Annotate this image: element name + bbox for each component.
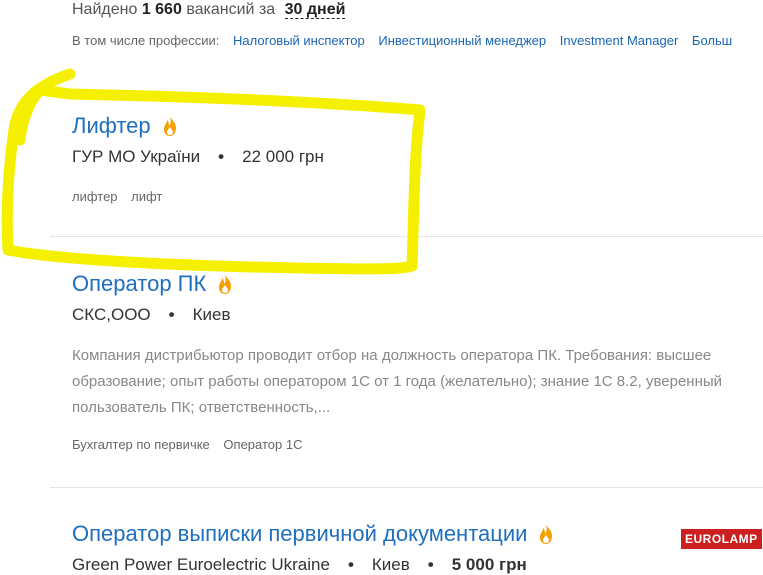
period-selector[interactable]: 30 дней <box>284 1 346 19</box>
separator-dot: • <box>347 555 354 574</box>
divider <box>50 487 763 488</box>
related-professions: В том числе профессии: Налоговый инспект… <box>72 33 732 48</box>
vacancy-card-pc-operator: Оператор ПК СКС,ООО • Киев Компания дистри… <box>72 271 763 452</box>
vacancy-card-documentation-operator: Оператор выписки первичной документации … <box>72 521 555 575</box>
vacancies-for-label: вакансий за <box>186 1 276 18</box>
city: Киев <box>371 555 410 574</box>
results-summary: Найдено 1 660 вакансий за 30 дней <box>72 1 346 19</box>
vacancy-meta: ГУР МО України • 22 000 грн <box>72 147 324 167</box>
separator-dot: • <box>427 555 434 574</box>
company-logo[interactable]: EUROLAMP <box>681 529 762 549</box>
vacancy-card-lifter: Лифтер ГУР МО України • 22 000 грн лифтер … <box>72 113 324 204</box>
vacancy-title-link[interactable]: Оператор выписки первичной документации <box>72 521 527 547</box>
vacancy-tags: лифтер лифт <box>72 189 324 204</box>
divider <box>50 236 763 237</box>
profession-link-investment-manager-ru[interactable]: Инвестиционный менеджер <box>378 33 546 48</box>
tag[interactable]: Оператор 1С <box>223 437 302 452</box>
profession-link-tax-inspector[interactable]: Налоговый инспектор <box>233 33 365 48</box>
company-name: СКС,ООО <box>72 305 151 324</box>
salary: 22 000 грн <box>242 147 324 166</box>
search-results-page: Найдено 1 660 вакансий за 30 дней В том … <box>0 0 763 575</box>
found-prefix: Найдено <box>72 1 138 18</box>
profession-link-more[interactable]: Больш <box>692 33 732 48</box>
company-name: Green Power Euroelectric Ukraine <box>72 555 330 574</box>
professions-label: В том числе профессии: <box>72 33 220 48</box>
hot-fire-icon <box>537 523 555 545</box>
vacancy-tags: Бухгалтер по первичке Оператор 1С <box>72 437 763 452</box>
tag[interactable]: Бухгалтер по первичке <box>72 437 210 452</box>
vacancy-title-row: Лифтер <box>72 113 324 139</box>
separator-dot: • <box>218 147 225 166</box>
vacancy-title-link[interactable]: Оператор ПК <box>72 271 206 297</box>
tag[interactable]: лифт <box>131 189 162 204</box>
results-count: 1 660 <box>141 1 182 18</box>
vacancy-description: Компания дистрибьютор проводит отбор на … <box>72 347 723 416</box>
vacancy-meta: СКС,ООО • Киев <box>72 305 763 325</box>
salary: 5 000 грн <box>451 555 527 574</box>
hot-fire-icon <box>216 273 234 295</box>
profession-link-investment-manager-en[interactable]: Investment Manager <box>560 33 679 48</box>
vacancy-title-link[interactable]: Лифтер <box>72 113 151 139</box>
hot-fire-icon <box>161 115 179 137</box>
vacancy-title-row: Оператор выписки первичной документации <box>72 521 555 547</box>
separator-dot: • <box>168 305 175 324</box>
company-name: ГУР МО України <box>72 147 201 166</box>
tag[interactable]: лифтер <box>72 189 118 204</box>
city: Киев <box>192 305 231 324</box>
vacancy-title-row: Оператор ПК <box>72 271 763 297</box>
vacancy-meta: Green Power Euroelectric Ukraine • Киев • 5 … <box>72 555 555 575</box>
